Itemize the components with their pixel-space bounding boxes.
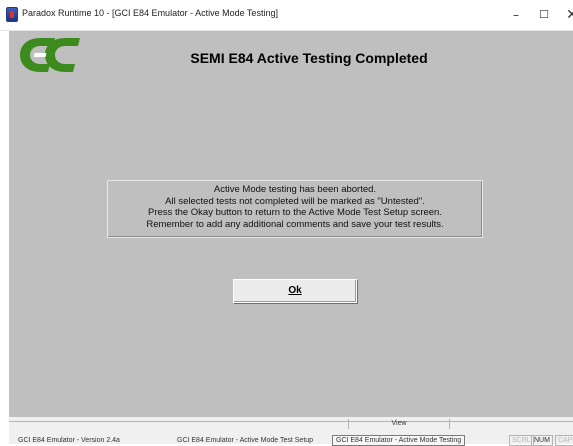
message-line: Press the Okay button to return to the A… <box>148 207 442 218</box>
form-heading: SEMI E84 Active Testing Completed <box>190 50 428 66</box>
scroll-lock-indicator: SCRL <box>509 435 534 446</box>
view-tab[interactable]: View <box>348 419 450 429</box>
message-line: Active Mode testing has been aborted. <box>213 184 377 195</box>
message-line: Remember to add any additional comments … <box>146 218 444 230</box>
num-lock-indicator: NUM <box>531 435 553 446</box>
gci-logo <box>20 38 80 72</box>
status-divider <box>9 421 573 422</box>
minimize-button[interactable]: – <box>503 2 529 28</box>
title-bar: Paradox Runtime 10 - [GCI E84 Emulator -… <box>0 0 573 31</box>
ok-button[interactable]: Ok <box>233 279 357 303</box>
caps-lock-indicator: CAP <box>555 435 573 446</box>
status-bar: View GCI E84 Emulator - Version 2.4a GCI… <box>9 417 573 446</box>
form-canvas: SEMI E84 Active Testing Completed Active… <box>9 31 573 417</box>
message-box: Active Mode testing has been aborted. Al… <box>107 180 483 238</box>
window-title: Paradox Runtime 10 - [GCI E84 Emulator -… <box>22 8 278 18</box>
close-button[interactable]: ✕ <box>559 2 573 28</box>
status-item-active-testing[interactable]: GCI E84 Emulator - Active Mode Testing <box>332 435 466 446</box>
maximize-button[interactable]: ☐ <box>531 2 557 28</box>
paradox-app-icon <box>6 7 18 22</box>
ok-button-label: Ok <box>288 285 302 296</box>
message-line: All selected tests not completed will be… <box>165 195 425 207</box>
